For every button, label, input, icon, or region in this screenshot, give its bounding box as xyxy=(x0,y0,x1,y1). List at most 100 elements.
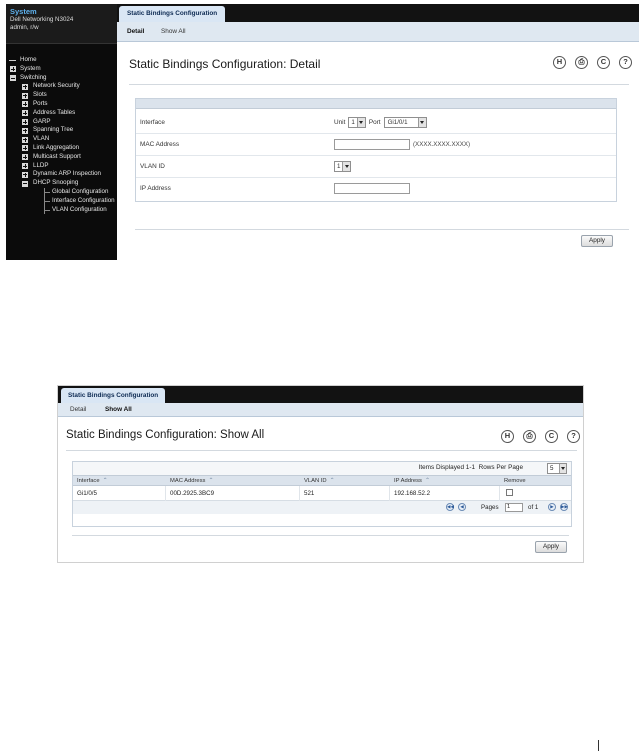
column-vlan[interactable]: VLAN ID ⌃ xyxy=(304,478,334,484)
mac-format-hint: (XXXX.XXXX.XXXX) xyxy=(413,141,471,148)
nav-item-slots[interactable]: Slots xyxy=(6,91,117,100)
cell-vlan: 521 xyxy=(304,490,315,497)
nav-item-vlan-configuration[interactable]: VLAN Configuration xyxy=(6,205,117,215)
subtab-show-all[interactable]: Show All xyxy=(99,404,138,416)
port-select[interactable]: Gi1/0/1 xyxy=(383,117,427,128)
nav-item-label: Address Tables xyxy=(33,108,76,116)
nav-item-vlan[interactable]: VLAN xyxy=(6,135,117,144)
collapse-icon[interactable] xyxy=(10,75,16,82)
column-label: Interface xyxy=(77,478,100,484)
apply-button[interactable]: Apply xyxy=(581,235,613,247)
next-page-icon[interactable]: ▶ xyxy=(548,503,556,511)
sort-icon: ⌃ xyxy=(102,478,108,484)
expand-icon[interactable] xyxy=(22,110,28,117)
collapse-icon[interactable] xyxy=(22,180,28,187)
prev-page-icon[interactable]: ◀ xyxy=(458,503,466,511)
subtab-bar: Detail Show All xyxy=(117,22,639,42)
heading-divider xyxy=(66,450,577,451)
subtab-bar: Detail Show All xyxy=(58,403,583,417)
question-icon[interactable]: ? xyxy=(567,430,580,443)
nav-item-system[interactable]: System xyxy=(6,65,117,74)
expand-icon[interactable] xyxy=(10,66,16,73)
ip-label: IP Address xyxy=(140,185,171,192)
nav-item-label: Link Aggregation xyxy=(33,143,80,151)
expand-icon[interactable] xyxy=(22,136,28,143)
system-header: System Dell Networking N3024 admin, r/w xyxy=(6,4,117,44)
nav-item-global-configuration[interactable]: Global Configuration xyxy=(6,187,117,197)
expand-icon[interactable] xyxy=(22,145,28,152)
help-icon[interactable]: H xyxy=(553,56,566,69)
table-row[interactable]: Gi1/0/5 00D.2925.3BC9 521 192.168.52.2 xyxy=(73,486,571,501)
cell-interface: Gi1/0/5 xyxy=(77,490,97,497)
items-count: Items Displayed 1-1 xyxy=(418,464,476,471)
expand-icon[interactable] xyxy=(22,83,28,90)
mac-row: MAC Address (XXXX.XXXX.XXXX) xyxy=(136,135,616,156)
expand-icon[interactable] xyxy=(22,171,28,178)
nav-item-interface-configuration[interactable]: Interface Configuration xyxy=(6,196,117,206)
nav-item-dhcp-snooping[interactable]: DHCP Snooping xyxy=(6,179,117,188)
nav-item-garp[interactable]: GARP xyxy=(6,118,117,127)
print-icon[interactable]: ⎙ xyxy=(575,56,588,69)
rows-per-page-label: Rows Per Page xyxy=(478,464,523,471)
question-icon[interactable]: ? xyxy=(619,56,632,69)
expand-icon[interactable] xyxy=(22,92,28,99)
cell-mac: 00D.2925.3BC9 xyxy=(170,490,215,497)
expand-icon[interactable] xyxy=(22,154,28,161)
sort-icon: ⌃ xyxy=(424,478,430,484)
ip-address-input[interactable] xyxy=(334,183,410,194)
expand-icon[interactable] xyxy=(22,163,28,170)
vlan-value: 1 xyxy=(337,163,341,170)
tree-branch-icon xyxy=(44,200,50,202)
system-title[interactable]: System xyxy=(10,7,113,16)
remove-checkbox[interactable] xyxy=(506,489,513,496)
help-icon[interactable]: H xyxy=(501,430,514,443)
mac-address-input[interactable] xyxy=(334,139,410,150)
column-interface[interactable]: Interface ⌃ xyxy=(77,478,107,484)
chevron-down-icon xyxy=(356,118,365,127)
interface-row: Interface Unit 1 Port Gi1/0/1 xyxy=(136,113,616,134)
subtab-detail[interactable]: Detail xyxy=(64,404,92,416)
nav-item-link-aggregation[interactable]: Link Aggregation xyxy=(6,144,117,153)
nav-item-label: Multicast Support xyxy=(33,152,81,160)
nav-item-lldp[interactable]: LLDP xyxy=(6,162,117,171)
nav-item-home[interactable]: Home xyxy=(6,56,117,65)
sort-icon: ⌃ xyxy=(208,478,214,484)
tab-static-bindings[interactable]: Static Bindings Configuration xyxy=(119,6,226,22)
nav-item-switching[interactable]: Switching xyxy=(6,74,117,83)
tab-static-bindings[interactable]: Static Bindings Configuration xyxy=(61,388,166,403)
form-header xyxy=(136,99,616,109)
last-page-icon[interactable]: ▶▶ xyxy=(560,503,568,511)
tree-branch-icon xyxy=(44,191,50,193)
nav-item-address-tables[interactable]: Address Tables xyxy=(6,109,117,118)
nav-item-spanning-tree[interactable]: Spanning Tree xyxy=(6,126,117,135)
expand-icon[interactable] xyxy=(22,101,28,108)
subtab-show-all[interactable]: Show All xyxy=(155,26,192,38)
vlan-select[interactable]: 1 xyxy=(334,161,352,172)
nav-item-label: VLAN xyxy=(33,135,50,143)
refresh-icon[interactable]: C xyxy=(545,430,558,443)
nav-item-label: Interface Configuration xyxy=(52,196,115,204)
expand-icon[interactable] xyxy=(22,127,28,134)
page-margin-rule xyxy=(598,740,599,751)
unit-select[interactable]: 1 xyxy=(348,117,366,128)
expand-icon[interactable] xyxy=(22,119,28,126)
nav-item-dynamic-arp-inspection[interactable]: Dynamic ARP Inspection xyxy=(6,170,117,179)
first-page-icon[interactable]: ◀◀ xyxy=(446,503,454,511)
nav-item-label: System xyxy=(20,64,41,72)
nav-item-network-security[interactable]: Network Security xyxy=(6,82,117,91)
column-mac[interactable]: MAC Address ⌃ xyxy=(170,478,213,484)
print-icon[interactable]: ⎙ xyxy=(523,430,536,443)
pages-label: Pages xyxy=(481,504,499,511)
apply-button[interactable]: Apply xyxy=(535,541,567,553)
rows-per-page-select[interactable]: 5 xyxy=(547,463,567,474)
vlan-label: VLAN ID xyxy=(140,163,165,170)
nav-item-multicast-support[interactable]: Multicast Support xyxy=(6,153,117,162)
subtab-detail[interactable]: Detail xyxy=(121,26,150,38)
column-ip[interactable]: IP Address ⌃ xyxy=(394,478,430,484)
refresh-icon[interactable]: C xyxy=(597,56,610,69)
nav-item-label: Home xyxy=(20,56,37,63)
nav-item-ports[interactable]: Ports xyxy=(6,100,117,109)
column-separator xyxy=(299,486,300,501)
page-input[interactable]: 1 xyxy=(505,502,523,512)
nav-item-label: Network Security xyxy=(33,82,80,90)
